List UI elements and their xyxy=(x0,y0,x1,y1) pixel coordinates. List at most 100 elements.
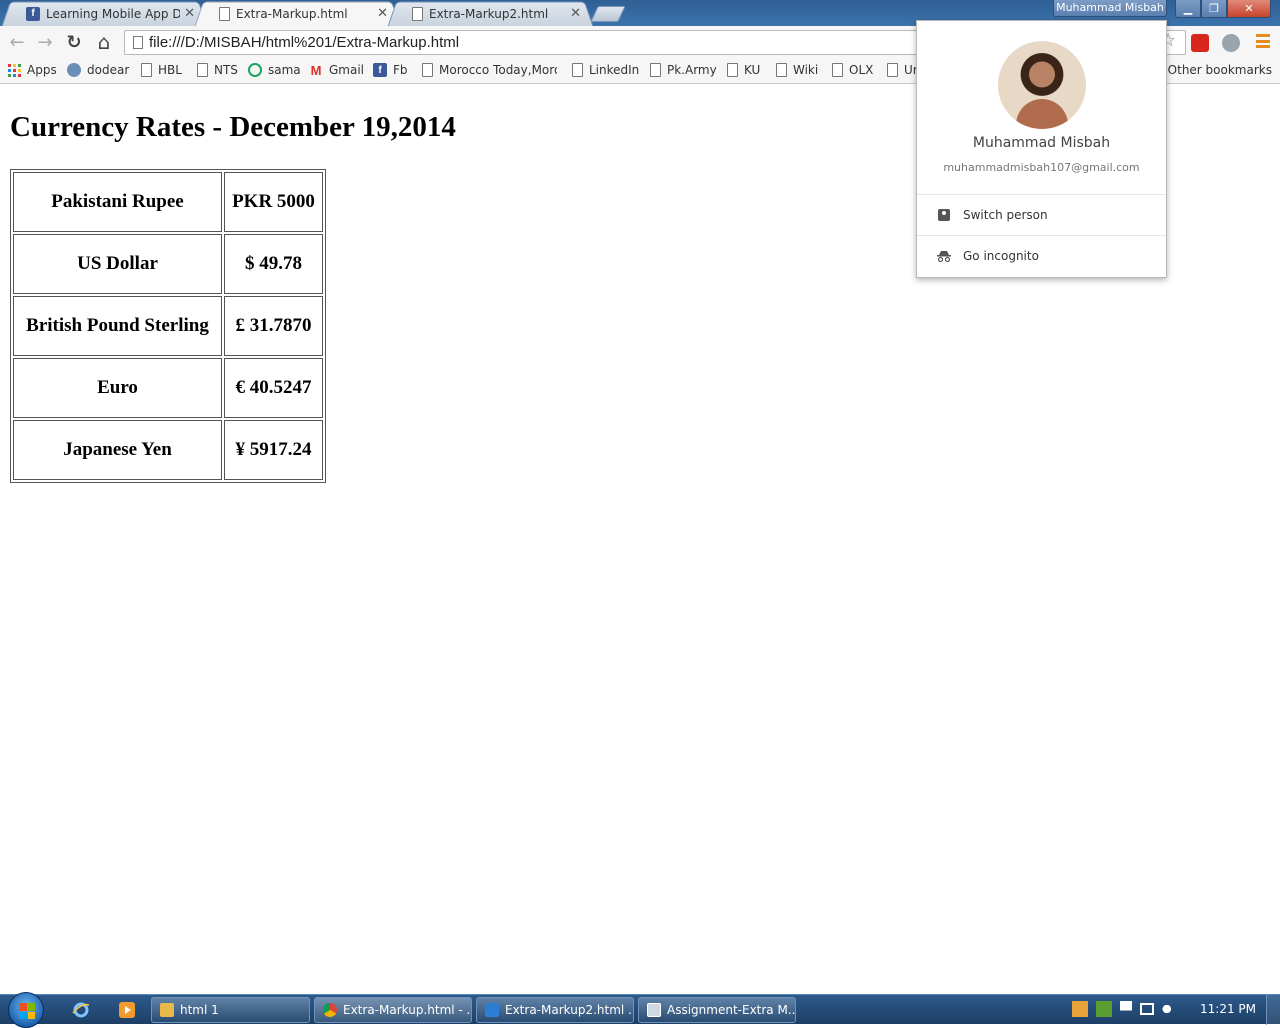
currency-name-cell: Pakistani Rupee xyxy=(13,172,222,232)
chrome-menu-icon[interactable] xyxy=(1256,34,1270,48)
volume-icon[interactable] xyxy=(1162,1001,1178,1017)
table-row: Pakistani Rupee PKR 5000 xyxy=(13,172,323,232)
close-icon[interactable]: ✕ xyxy=(184,6,195,21)
bookmark-apps[interactable]: Apps xyxy=(8,63,57,77)
sama-icon xyxy=(248,63,262,77)
folder-icon xyxy=(160,1003,174,1017)
currency-value-cell: ¥ 5917.24 xyxy=(224,420,323,480)
bookmark-sama[interactable]: sama xyxy=(248,63,301,77)
profile-button[interactable]: Muhammad Misbah xyxy=(1053,0,1167,17)
forward-button[interactable]: → xyxy=(34,31,56,53)
taskbar-item-assignment[interactable]: Assignment-Extra M... xyxy=(638,997,796,1023)
visual-studio-icon xyxy=(485,1003,499,1017)
other-bookmarks-label: Other bookmarks xyxy=(1167,63,1272,77)
minimize-button[interactable]: ▁ xyxy=(1175,0,1201,18)
window-controls: ▁ ❐ ✕ xyxy=(1175,0,1271,18)
show-desktop-button[interactable] xyxy=(1266,995,1280,1025)
taskbar-item-visual-studio[interactable]: Extra-Markup2.html ... xyxy=(476,997,634,1023)
tab-label: Extra-Markup.html xyxy=(236,6,348,21)
bookmark-label: Gmail xyxy=(329,63,365,77)
new-tab-button[interactable] xyxy=(590,6,626,22)
profile-popup: Muhammad Misbah muhammadmisbah107@gmail.… xyxy=(916,20,1167,278)
media-player-icon[interactable] xyxy=(116,1000,138,1020)
bookmark-gmail[interactable]: M Gmail xyxy=(309,62,365,78)
page-icon xyxy=(776,63,787,77)
bookmark-label: OLX xyxy=(849,63,874,77)
currency-value-cell: £ 31.7870 xyxy=(224,296,323,356)
taskbar: html 1 Extra-Markup.html - ... Extra-Mar… xyxy=(0,992,1280,1028)
page-icon xyxy=(572,63,583,77)
youtube-extension-icon[interactable] xyxy=(1191,34,1209,52)
currency-value-cell: PKR 5000 xyxy=(224,172,323,232)
switch-person-button[interactable]: Switch person xyxy=(917,195,1166,235)
nvidia-icon[interactable] xyxy=(1096,1001,1112,1017)
bookmark-label: dodear xyxy=(87,63,130,77)
bookmark-fb[interactable]: f Fb xyxy=(373,63,408,77)
table-row: Japanese Yen ¥ 5917.24 xyxy=(13,420,323,480)
network-icon[interactable] xyxy=(1140,1003,1154,1015)
windows-logo-icon xyxy=(19,1003,35,1019)
reload-button[interactable]: ↻ xyxy=(63,31,85,53)
bookmark-label: Apps xyxy=(27,63,57,77)
bookmark-linkedin[interactable]: LinkedIn xyxy=(572,63,639,77)
taskbar-item-chrome[interactable]: Extra-Markup.html - ... xyxy=(314,997,472,1023)
action-center-flag-icon[interactable] xyxy=(1120,1001,1132,1017)
bookmark-morocco[interactable]: Morocco Today,Moro xyxy=(422,63,557,77)
start-button[interactable] xyxy=(8,992,44,1028)
table-row: British Pound Sterling £ 31.7870 xyxy=(13,296,323,356)
close-icon[interactable]: ✕ xyxy=(377,6,388,21)
page-icon xyxy=(422,63,433,77)
bookmark-nts[interactable]: NTS xyxy=(197,63,238,77)
taskbar-clock[interactable]: 11:21 PM xyxy=(1200,1002,1256,1016)
close-icon[interactable]: ✕ xyxy=(570,6,581,21)
dodear-icon xyxy=(67,63,81,77)
currency-value-cell: € 40.5247 xyxy=(224,358,323,418)
currency-value-cell: $ 49.78 xyxy=(224,234,323,294)
bookmark-label: Fb xyxy=(393,63,408,77)
currency-rates-table: Pakistani Rupee PKR 5000 US Dollar $ 49.… xyxy=(10,169,326,483)
url-text: file:///D:/MISBAH/html%201/Extra-Markup.… xyxy=(149,34,460,51)
facebook-icon: f xyxy=(373,63,387,77)
tray-lock-icon[interactable] xyxy=(1072,1001,1088,1017)
page-icon xyxy=(141,63,152,77)
bookmark-ku[interactable]: KU xyxy=(727,63,760,77)
page-title: Currency Rates - December 19,2014 xyxy=(10,111,456,143)
bookmark-wiki[interactable]: Wiki xyxy=(776,63,818,77)
incognito-icon xyxy=(937,249,951,263)
system-tray xyxy=(1072,1001,1178,1017)
person-icon xyxy=(937,208,951,222)
gmail-icon: M xyxy=(310,62,322,78)
profile-name: Muhammad Misbah xyxy=(972,135,1111,151)
extension-icon[interactable] xyxy=(1222,34,1240,52)
bookmark-label: KU xyxy=(744,63,761,77)
back-button[interactable]: ← xyxy=(6,31,28,53)
page-icon xyxy=(197,63,208,77)
bookmark-label: Wiki xyxy=(793,63,819,77)
internet-explorer-icon[interactable] xyxy=(70,1000,92,1020)
maximize-button[interactable]: ❐ xyxy=(1201,0,1227,18)
go-incognito-button[interactable]: Go incognito xyxy=(917,236,1166,276)
currency-name-cell: Japanese Yen xyxy=(13,420,222,480)
page-icon xyxy=(887,63,898,77)
tab-learning-mobile[interactable]: f Learning Mobile App Deve ✕ xyxy=(1,1,208,27)
bookmark-hbl[interactable]: HBL xyxy=(141,63,182,77)
page-icon xyxy=(412,6,423,21)
bookmark-pkarmy[interactable]: Pk.Army xyxy=(650,63,717,77)
table-row: US Dollar $ 49.78 xyxy=(13,234,323,294)
tab-extra-markup[interactable]: Extra-Markup.html ✕ xyxy=(194,1,401,27)
close-window-button[interactable]: ✕ xyxy=(1227,0,1271,18)
task-label: Extra-Markup2.html ... xyxy=(505,1003,634,1017)
other-bookmarks[interactable]: Other bookmarks xyxy=(1149,63,1272,77)
bookmark-ur[interactable]: Ur xyxy=(887,63,918,77)
page-icon xyxy=(650,63,661,77)
bookmark-label: HBL xyxy=(158,63,182,77)
home-button[interactable]: ⌂ xyxy=(93,30,115,54)
bookmark-olx[interactable]: OLX xyxy=(832,63,873,77)
taskbar-item-html1[interactable]: html 1 xyxy=(151,997,310,1023)
bookmark-dodear[interactable]: dodear xyxy=(67,63,129,77)
currency-name-cell: Euro xyxy=(13,358,222,418)
bookmark-label: Morocco Today,Moro xyxy=(439,63,557,77)
tab-extra-markup2[interactable]: Extra-Markup2.html ✕ xyxy=(387,1,594,27)
profile-email: muhammadmisbah107@gmail.com xyxy=(943,161,1140,174)
task-label: Extra-Markup.html - ... xyxy=(343,1003,472,1017)
